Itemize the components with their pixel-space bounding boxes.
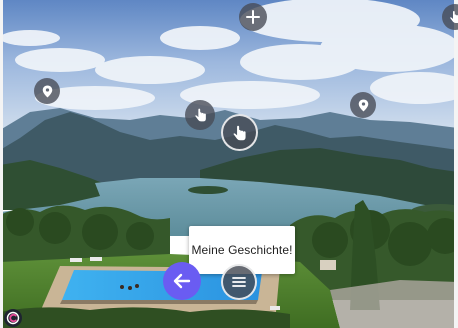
touch-hand-icon [450, 11, 458, 23]
right-edge-border [454, 0, 458, 328]
location-hotspot-right[interactable] [350, 92, 376, 118]
interaction-hotspot-small[interactable] [185, 100, 215, 130]
left-edge-border [0, 0, 3, 328]
app-logo-icon [6, 311, 20, 325]
location-hotspot-left[interactable] [34, 78, 60, 104]
interaction-hotspot-active[interactable] [221, 114, 258, 151]
arrow-left-icon [173, 273, 191, 289]
back-button[interactable] [163, 262, 201, 300]
menu-button[interactable] [221, 264, 257, 300]
location-pin-icon [358, 99, 368, 111]
add-hotspot-button[interactable] [239, 3, 267, 31]
touch-hand-icon [233, 125, 246, 140]
app-logo[interactable] [4, 309, 22, 327]
location-pin-icon [42, 85, 52, 97]
plus-icon [246, 10, 260, 24]
menu-icon [232, 277, 246, 287]
touch-hand-icon [194, 108, 206, 122]
